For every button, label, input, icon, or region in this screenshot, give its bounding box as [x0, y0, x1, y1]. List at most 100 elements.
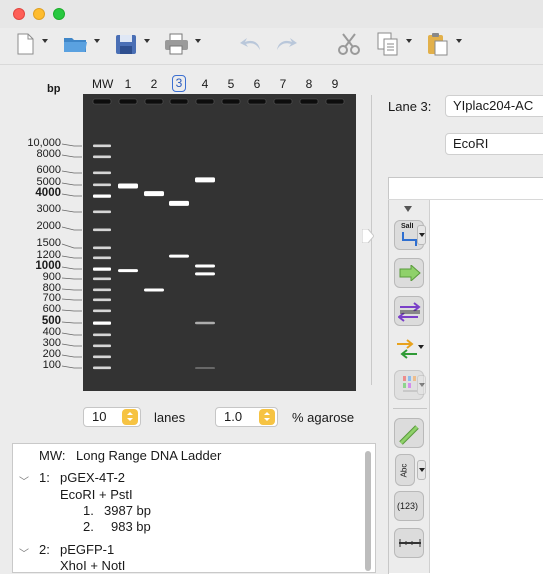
gel-well: [92, 98, 112, 105]
ladder-label: 6000: [36, 164, 61, 176]
fragment-size: 983 bp: [111, 519, 151, 534]
ladder-band: [93, 155, 111, 159]
lane-header-5[interactable]: 5: [221, 77, 241, 91]
lane-name-field[interactable]: YIplac204-AC: [445, 95, 543, 117]
enzyme-field[interactable]: EcoRI: [445, 133, 543, 155]
text-tool-label: Abc: [399, 463, 409, 478]
ladder-band: [93, 228, 111, 232]
open-folder-button[interactable]: [62, 31, 90, 59]
undo-button[interactable]: [237, 31, 265, 59]
gel-image[interactable]: [83, 94, 356, 391]
cut-button[interactable]: [336, 31, 362, 59]
mw-ladder-name: Long Range DNA Ladder: [76, 448, 222, 463]
map-canvas[interactable]: [431, 200, 543, 573]
zoom-window-button[interactable]: [53, 8, 65, 20]
ruler-icon: [399, 539, 421, 547]
chevron-down-icon[interactable]: [94, 39, 100, 43]
ladder-tick: [61, 321, 82, 324]
ladder-tick: [61, 277, 82, 280]
undo-icon: [240, 38, 260, 50]
lane-header-1[interactable]: 1: [118, 77, 138, 91]
lane-header-3[interactable]: 3: [172, 75, 186, 92]
text-tool-button[interactable]: Abc: [395, 454, 415, 486]
ladder-label: 8000: [36, 148, 61, 160]
floppy-disk-icon: [116, 35, 136, 54]
lane-list-scrollbar[interactable]: [364, 449, 372, 573]
chevron-down-icon[interactable]: [42, 39, 48, 43]
primer-tool-button[interactable]: [395, 338, 419, 365]
stepper-arrows-icon[interactable]: [259, 409, 275, 425]
ladder-tick: [61, 266, 82, 270]
ladder-tick: [61, 343, 82, 347]
lane-header-8[interactable]: 8: [299, 77, 319, 91]
chevron-down-icon[interactable]: ﹀: [19, 473, 29, 488]
stepper-arrows-icon[interactable]: [122, 409, 138, 425]
arrow-feature-tool-button[interactable]: [394, 258, 424, 288]
chevron-down-icon[interactable]: [195, 39, 201, 43]
chevron-down-icon[interactable]: [418, 345, 424, 349]
ruler-tool-button[interactable]: [394, 528, 424, 558]
scrollbar-thumb[interactable]: [365, 451, 371, 571]
title-bar: [0, 0, 543, 28]
ladder-label: 3000: [36, 203, 61, 215]
lanes-stepper[interactable]: 10: [83, 407, 141, 427]
chevron-down-icon[interactable]: [417, 375, 426, 395]
gel-well: [273, 98, 293, 105]
lane-list[interactable]: MW: Long Range DNA Ladder ﹀ 1: pGEX-4T-2…: [12, 443, 376, 573]
ladder-tick: [61, 298, 82, 301]
ladder-band: [93, 210, 111, 214]
gel-well: [169, 98, 189, 105]
lane-1-enzymes: EcoRI + PstI: [60, 487, 133, 502]
paste-button[interactable]: [425, 31, 451, 59]
ladder-tick: [61, 170, 82, 174]
fragment-size: 3987 bp: [104, 503, 151, 518]
agarose-value: 1.0: [224, 409, 243, 424]
splitter-arrow-icon[interactable]: [362, 229, 374, 243]
chevron-down-icon[interactable]: ﹀: [19, 545, 29, 560]
sali-label: SalI: [401, 223, 414, 230]
ladder-band: [93, 355, 111, 359]
color-bars-icon: [403, 376, 417, 392]
minimize-window-button[interactable]: [33, 8, 45, 20]
fragment-number: 1.: [83, 503, 94, 518]
printer-icon: [165, 33, 188, 55]
ladder-tick: [61, 182, 82, 186]
lane-header-7[interactable]: 7: [273, 77, 293, 91]
lane-header-9[interactable]: 9: [325, 77, 345, 91]
gel-band-lane-4: [195, 272, 215, 276]
ladder-band: [93, 171, 111, 175]
line-tool-button[interactable]: [394, 418, 424, 448]
chevron-down-icon[interactable]: [144, 39, 150, 43]
ladder-band: [93, 309, 111, 313]
ladder-label: 2000: [36, 220, 61, 232]
lane-1-number: 1:: [39, 470, 50, 485]
redo-button[interactable]: [274, 31, 302, 59]
strand-tool-button[interactable]: [394, 296, 424, 326]
copy-button[interactable]: [375, 31, 401, 59]
lane-header-4[interactable]: 4: [195, 77, 215, 91]
agarose-stepper[interactable]: 1.0: [215, 407, 278, 427]
gel-well: [247, 98, 267, 105]
chevron-down-icon[interactable]: [406, 39, 412, 43]
chevron-down-icon[interactable]: [417, 460, 426, 480]
gel-well: [299, 98, 319, 105]
lane-header-mw[interactable]: MW: [92, 77, 113, 91]
palette-collapse-icon[interactable]: [404, 206, 412, 212]
agarose-label: % agarose: [292, 410, 355, 425]
ladder-band: [93, 298, 111, 302]
save-button[interactable]: [114, 31, 138, 59]
new-document-button[interactable]: [15, 31, 35, 59]
chevron-down-icon[interactable]: [456, 39, 462, 43]
ladder-label: 1500: [36, 237, 61, 249]
ladder-tick: [61, 354, 82, 358]
lane-header-2[interactable]: 2: [144, 77, 164, 91]
print-button[interactable]: [163, 31, 191, 59]
close-window-button[interactable]: [13, 8, 25, 20]
ladder-tick: [61, 255, 82, 259]
chevron-down-icon[interactable]: [417, 225, 426, 245]
ladder-band: [93, 321, 111, 325]
lane-header-6[interactable]: 6: [247, 77, 267, 91]
numbering-tool-button[interactable]: (123): [394, 491, 424, 521]
ladder-tick: [61, 209, 82, 213]
redo-icon: [277, 38, 297, 50]
